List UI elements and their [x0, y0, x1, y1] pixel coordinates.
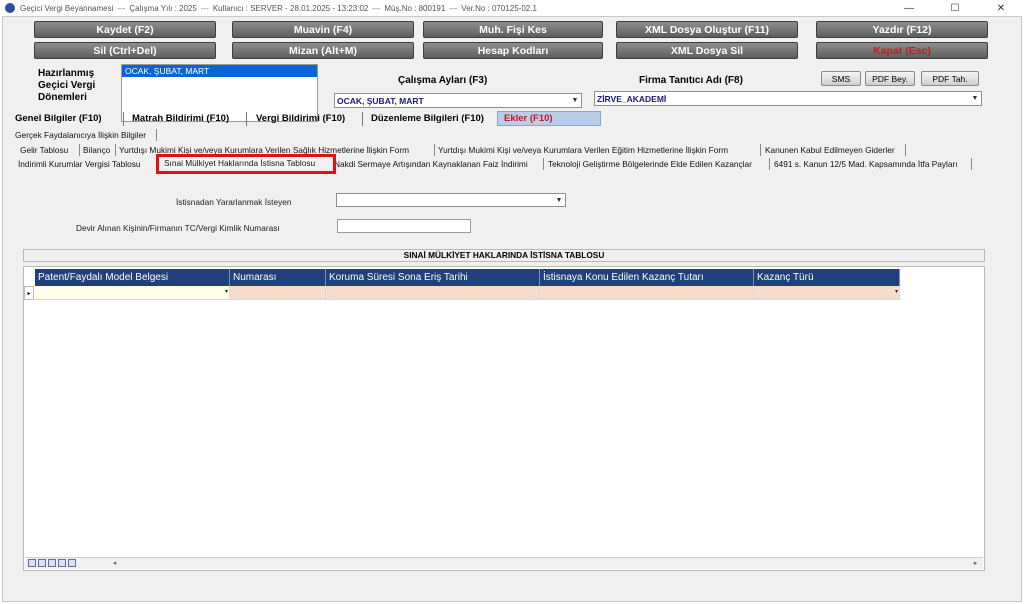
tab-divider — [362, 112, 363, 126]
work-months-label: Çalışma Ayları (F3) — [398, 75, 488, 86]
minimize-icon[interactable]: — — [886, 0, 932, 16]
column-header-patent-document[interactable]: Patent/Faydalı Model Belgesi — [35, 269, 230, 286]
titlebar: Geçici Vergi Beyannamesi --- Çalışma Yılı … — [0, 0, 1024, 16]
table-footer: ◂ ▸ — [25, 557, 983, 569]
exemption-select[interactable]: ▼ — [336, 193, 566, 207]
subtab-divider — [79, 144, 80, 156]
subtab-technology-zones[interactable]: Teknoloji Geliştirme Bölgelerinde Elde E… — [548, 159, 752, 169]
tab-general-info[interactable]: Genel Bilgiler (F10) — [15, 113, 102, 124]
period-item-selected[interactable]: OCAK, ŞUBAT, MART — [122, 65, 317, 77]
export-icon[interactable] — [58, 559, 66, 567]
close-button[interactable]: Kapat (Esc) — [816, 42, 988, 59]
subtab-divider — [156, 129, 157, 141]
chevron-down-icon[interactable]: ▾ — [895, 288, 898, 295]
scroll-left-icon[interactable]: ◂ — [109, 558, 120, 568]
chevron-down-icon[interactable]: ▼ — [969, 92, 981, 105]
exemption-label: İstisnadan Yararlanmak İsteyen — [176, 197, 292, 207]
subtab-divider — [115, 144, 116, 156]
cell-number[interactable] — [230, 286, 326, 300]
app-logo-icon — [5, 3, 15, 13]
transferor-tax-id-input[interactable] — [337, 219, 471, 233]
periods-label-line2: Geçici Vergi — [38, 80, 96, 91]
tab-attachments[interactable]: Ekler (F10) — [497, 111, 601, 126]
maximize-icon[interactable]: ☐ — [932, 0, 978, 16]
app-name: Geçici Vergi Beyannamesi — [20, 3, 114, 13]
delete-xml-button[interactable]: XML Dosya Sil — [616, 42, 798, 59]
subtab-divider — [905, 144, 906, 156]
periods-label: Hazırlanmış Geçici Vergi Dönemleri — [38, 68, 95, 104]
annotation-highlight — [156, 154, 336, 174]
exemption-table[interactable]: Patent/Faydalı Model Belgesi Numarası Ko… — [23, 266, 985, 571]
subtab-divider — [971, 158, 972, 170]
scroll-right-icon[interactable]: ▸ — [970, 558, 981, 568]
column-header-income-type[interactable]: Kazanç Türü — [754, 269, 900, 286]
table-title: SINAİ MÜLKİYET HAKLARINDA İSTİSNA TABLOS… — [23, 249, 985, 262]
column-header-number[interactable]: Numarası — [230, 269, 326, 286]
transferor-label: Devir Alınan Kişinin/Firmanın TC/Vergi K… — [76, 223, 280, 233]
chevron-down-icon[interactable]: ▼ — [553, 194, 565, 206]
subtab-reduced-corporate-tax[interactable]: İndirimli Kurumlar Vergisi Tablosu — [18, 159, 141, 169]
row-pointer-icon[interactable]: ▸ — [24, 286, 34, 300]
periods-label-line1: Hazırlanmış — [38, 68, 95, 79]
tab-edit-info[interactable]: Düzenleme Bilgileri (F10) — [371, 113, 484, 124]
filter-icon[interactable] — [48, 559, 56, 567]
cell-exempt-income[interactable] — [540, 286, 754, 300]
main-frame: Kaydet (F2) Muavin (F4) Muh. Fişi Kes XM… — [2, 16, 1022, 602]
print-icon[interactable] — [68, 559, 76, 567]
subtab-balance-sheet[interactable]: Bilanço — [83, 145, 110, 155]
tab-tax-base[interactable]: Matrah Bildirimi (F10) — [132, 113, 229, 124]
pdf-accrual-button[interactable]: PDF Tah. — [921, 71, 979, 86]
column-header-exempt-income[interactable]: İstisnaya Konu Edilen Kazanç Tutarı — [540, 269, 754, 286]
subtab-divider — [760, 144, 761, 156]
tab-divider — [246, 112, 247, 126]
navigator-icons — [28, 559, 76, 567]
sms-button[interactable]: SMS — [821, 71, 861, 86]
subtab-education-services-form[interactable]: Yurtdışı Mukimi Kişi ve/veya Kurumlara V… — [438, 145, 728, 155]
column-header-protection-end-date[interactable]: Koruma Süresi Sona Eriş Tarihi — [326, 269, 540, 286]
delete-button[interactable]: Sil (Ctrl+Del) — [34, 42, 216, 59]
subtab-beneficial-owner[interactable]: Gerçek Faydalanıcıya İlişkin Bilgiler — [15, 130, 146, 140]
work-months-value: OCAK, ŞUBAT, MART — [337, 96, 424, 106]
pdf-declaration-button[interactable]: PDF Bey. — [865, 71, 915, 86]
subtab-law-6491-amortization[interactable]: 6491 s. Kanun 12/5 Mad. Kapsamında İtfa … — [774, 159, 958, 169]
window-controls: — ☐ ✕ — [886, 0, 1024, 16]
tab-divider — [123, 112, 124, 126]
subtab-divider — [543, 158, 544, 170]
work-months-select[interactable]: OCAK, ŞUBAT, MART ▼ — [334, 93, 582, 108]
window-title: Geçici Vergi Beyannamesi --- Çalışma Yılı … — [20, 3, 537, 13]
print-button[interactable]: Yazdır (F12) — [816, 21, 988, 38]
periods-label-line3: Dönemleri — [38, 92, 87, 103]
version-no: Ver.No : 070125-02.1 — [461, 3, 537, 13]
chevron-down-icon[interactable]: ▾ — [225, 288, 228, 295]
subtab-income-statement[interactable]: Gelir Tablosu — [20, 145, 68, 155]
ledger-button[interactable]: Muavin (F4) — [232, 21, 414, 38]
cell-income-type[interactable]: ▾ — [754, 286, 900, 300]
trial-balance-button[interactable]: Mizan (Alt+M) — [232, 42, 414, 59]
tab-tax-declaration[interactable]: Vergi Bildirimi (F10) — [256, 113, 345, 124]
close-icon[interactable]: ✕ — [978, 0, 1024, 16]
view-icon[interactable] — [38, 559, 46, 567]
firm-select[interactable]: ZİRVE_AKADEMİ ▼ — [594, 91, 982, 106]
subtab-divider — [769, 158, 770, 170]
firm-label: Firma Tanıtıcı Adı (F8) — [639, 75, 743, 86]
user-info: Kullanıcı : SERVER - 28.01.2025 - 13:23:… — [212, 3, 369, 13]
save-button[interactable]: Kaydet (F2) — [34, 21, 216, 38]
save-icon[interactable] — [28, 559, 36, 567]
app-window: Geçici Vergi Beyannamesi --- Çalışma Yılı … — [0, 0, 1024, 604]
subtab-cash-capital-interest[interactable]: Nakdi Sermaye Artışından Kaynaklanan Fai… — [334, 159, 528, 169]
firm-value: ZİRVE_AKADEMİ — [597, 94, 667, 104]
subtab-disallowed-expenses[interactable]: Kanunen Kabul Edilmeyen Giderler — [765, 145, 895, 155]
create-xml-button[interactable]: XML Dosya Oluştur (F11) — [616, 21, 798, 38]
create-voucher-button[interactable]: Muh. Fişi Kes — [423, 21, 603, 38]
cell-protection-end-date[interactable] — [326, 286, 540, 300]
cell-patent-document[interactable]: ▾ — [35, 286, 230, 300]
chevron-down-icon[interactable]: ▼ — [569, 94, 581, 107]
subtab-divider — [434, 144, 435, 156]
work-year: Çalışma Yılı : 2025 — [129, 3, 197, 13]
client-no: Müş.No : 800191 — [384, 3, 446, 13]
account-codes-button[interactable]: Hesap Kodları — [423, 42, 603, 59]
